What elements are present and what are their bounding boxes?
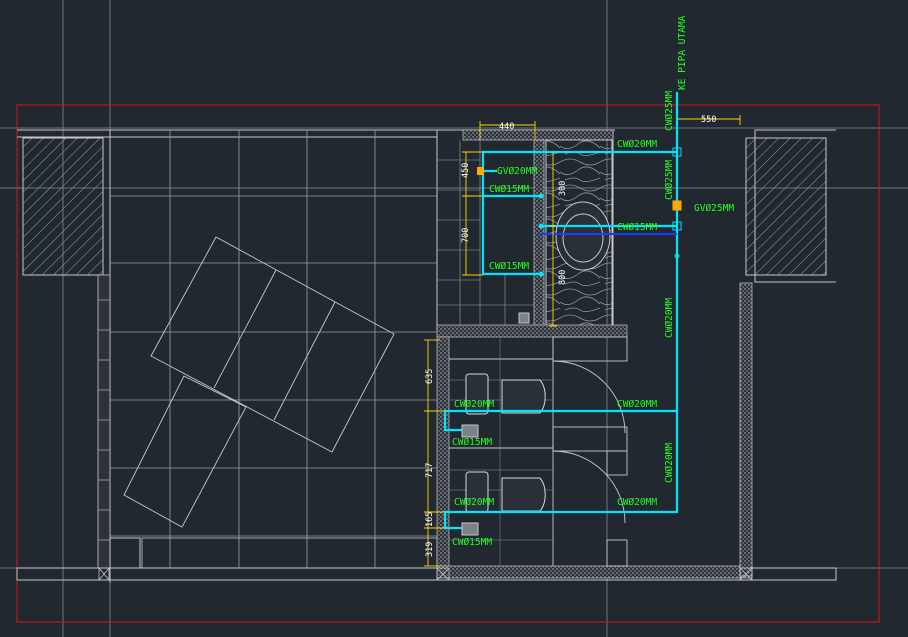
main-riser-label: KE PIPA UTAMA (677, 15, 688, 90)
sink-valve-label: GVØ20MM (497, 166, 537, 177)
sink-15b-label: CWØ15MM (489, 261, 529, 272)
gate-valve-main (672, 200, 682, 211)
dim-440: 440 (499, 122, 514, 132)
bottom-left-box (109, 537, 141, 569)
floor-drain (518, 312, 530, 324)
dim-165: 165 (425, 512, 435, 527)
column-right (745, 137, 827, 276)
mirror-15-label: CWØ15MM (617, 222, 657, 233)
left-wall-strip (97, 274, 111, 569)
wc1-15-label: CWØ15MM (452, 437, 492, 448)
dim-700: 700 (461, 228, 471, 243)
partition-wall (436, 324, 628, 338)
gate-valve-sink (477, 167, 484, 175)
riser-20-lower-label: CWØ20MM (664, 443, 675, 483)
toilet-right-wall (739, 282, 753, 577)
gate-valve-label: GVØ25MM (694, 203, 734, 214)
dim-450: 450 (461, 163, 471, 178)
wc2-branch-label: CWØ20MM (617, 497, 657, 508)
wc1-branch-label: CWØ20MM (617, 399, 657, 410)
riser-top-label: CWØ25MM (664, 91, 675, 131)
wc2-20-label: CWØ20MM (454, 497, 494, 508)
toilet-bottom-wall (436, 565, 753, 579)
dim-319: 319 (425, 542, 435, 557)
toilet-left-wall (436, 336, 450, 578)
cad-drawing-canvas[interactable]: KE PIPA UTAMA CWØ25MM CWØ25MM GVØ25MM CW… (0, 0, 908, 637)
riser-mid-label: CWØ25MM (664, 160, 675, 200)
dim-800: 800 (558, 270, 568, 285)
wash-basin (555, 201, 611, 271)
sink-15a-label: CWØ15MM (489, 184, 529, 195)
riser-20-upper-label: CWØ20MM (664, 298, 675, 338)
dim-550: 550 (701, 115, 716, 125)
pantry-top-wall (462, 129, 614, 141)
wc2-15-label: CWØ15MM (452, 537, 492, 548)
dim-300: 300 (558, 181, 568, 196)
dim-717: 717 (425, 463, 435, 478)
wc1-20-label: CWØ20MM (454, 399, 494, 410)
furniture-outline (123, 236, 395, 528)
dim-635: 635 (425, 369, 435, 384)
bottom-mid-box (141, 537, 438, 569)
branch-top-label: CWØ20MM (617, 139, 657, 150)
floor-tiles (110, 130, 437, 568)
column-left (22, 137, 104, 276)
